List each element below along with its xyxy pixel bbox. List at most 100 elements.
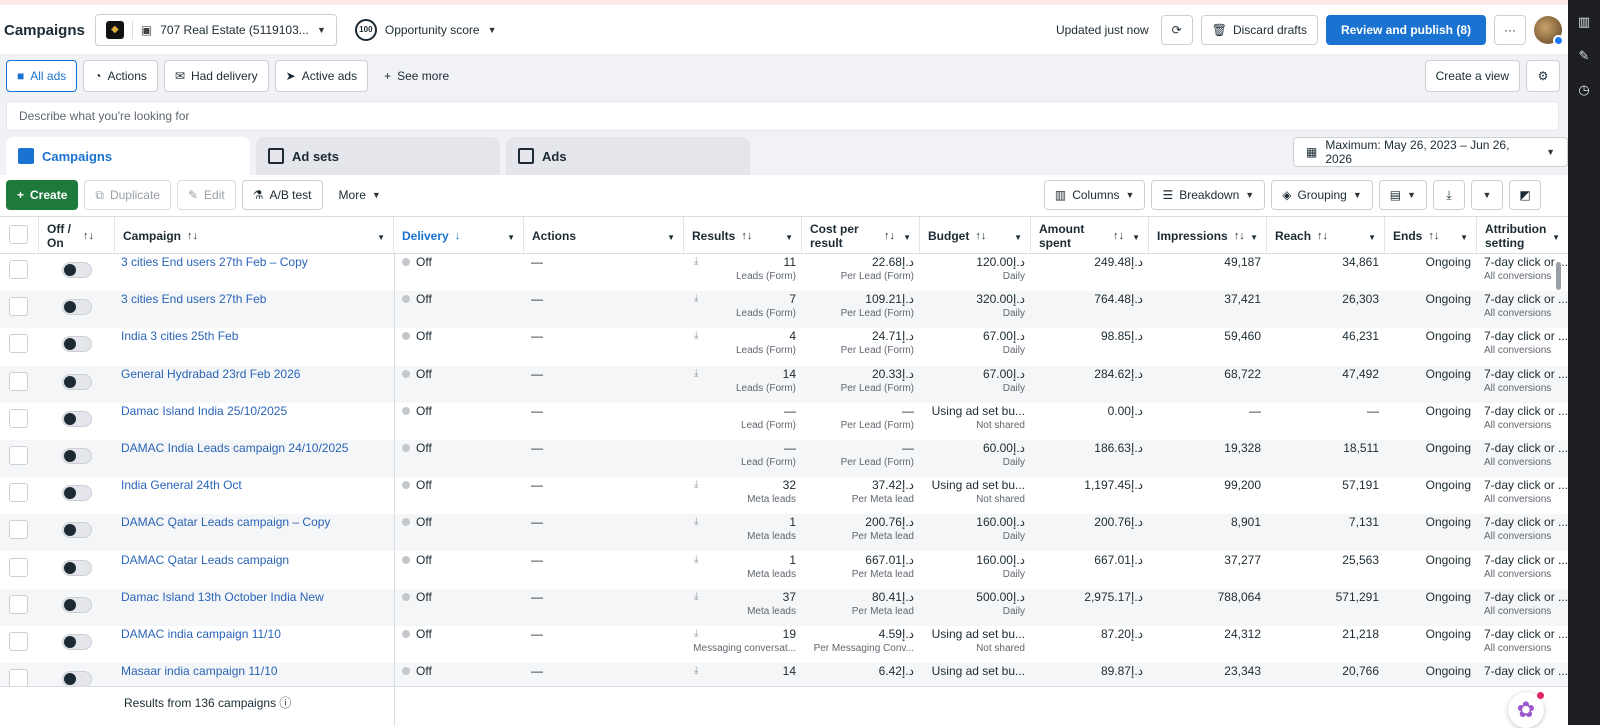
on-off-toggle[interactable] <box>62 671 92 686</box>
pencil-icon[interactable]: ✎ <box>1568 44 1600 68</box>
table-row[interactable]: 3 cities End users 27th Feb – Copy Off — ⤓ 1… <box>0 254 1568 291</box>
campaign-name-link[interactable]: Masaar india campaign 11/10 <box>121 664 278 678</box>
row-checkbox[interactable] <box>9 557 28 577</box>
on-off-toggle[interactable] <box>62 559 92 576</box>
campaign-name-link[interactable]: DAMAC Qatar Leads campaign – Copy <box>121 515 330 529</box>
col-actions[interactable]: Actions ▼ <box>524 217 684 254</box>
grouping-button[interactable]: ◈ Grouping ▼ <box>1271 180 1373 210</box>
table-row[interactable]: Damac Island India 25/10/2025 Off — — Lead (… <box>0 403 1568 440</box>
edit-button[interactable]: ✎ Edit <box>176 180 236 210</box>
table-row[interactable]: India General 24th Oct Off — ⤓ 32 Meta leads 3… <box>0 477 1568 514</box>
on-off-toggle[interactable] <box>62 596 92 613</box>
create-view-button[interactable]: Create a view <box>1424 60 1520 92</box>
row-checkbox[interactable] <box>9 297 28 317</box>
view-settings-button[interactable]: ⚙ <box>1526 60 1560 92</box>
col-ends[interactable]: Ends ↑↓ ▼ <box>1385 217 1477 254</box>
row-checkbox[interactable] <box>9 408 28 428</box>
table-row[interactable]: DAMAC india campaign 11/10 Off — ⤓ 19 Messagi… <box>0 626 1568 663</box>
avatar[interactable] <box>1534 16 1564 46</box>
on-off-toggle[interactable] <box>62 448 92 464</box>
duplicate-button[interactable]: ⧉ Duplicate <box>84 180 171 210</box>
breakdown-button[interactable]: ☰ Breakdown ▼ <box>1151 180 1266 210</box>
table-row[interactable]: DAMAC Qatar Leads campaign Off — ⤓ 1 Meta lea… <box>0 552 1568 589</box>
row-checkbox[interactable] <box>9 669 28 686</box>
info-icon[interactable]: ⓘ <box>279 696 291 710</box>
campaign-name-link[interactable]: India General 24th Oct <box>121 478 242 492</box>
actions-cell: — <box>531 552 543 567</box>
table-row[interactable]: 3 cities End users 27th Feb Off — ⤓ 7 Leads (… <box>0 291 1568 329</box>
on-off-toggle[interactable] <box>62 485 92 502</box>
tab-ad-sets[interactable]: Ad sets <box>256 137 500 175</box>
table-row[interactable]: Damac Island 13th October India New Off — ⤓… <box>0 588 1568 626</box>
chart-icon[interactable]: ▥ <box>1568 10 1600 34</box>
on-off-toggle[interactable] <box>62 373 92 390</box>
col-budget[interactable]: Budget ↑↓ ▼ <box>920 217 1031 254</box>
export-menu-button[interactable]: ▼ <box>1471 180 1503 210</box>
row-checkbox[interactable] <box>9 334 28 354</box>
date-range-picker[interactable]: ▦ Maximum: May 26, 2023 – Jun 26, 2026 ▼ <box>1293 137 1568 167</box>
more-options-button[interactable]: ··· <box>1494 15 1526 45</box>
campaign-name-link[interactable]: 3 cities End users 27th Feb – Copy <box>121 255 308 269</box>
row-checkbox[interactable] <box>9 260 28 279</box>
row-checkbox[interactable] <box>9 371 28 391</box>
tab-campaigns[interactable]: Campaigns <box>6 137 250 175</box>
assistant-button[interactable]: ✿ <box>1508 692 1544 728</box>
refresh-button[interactable]: ⟳ <box>1160 15 1193 45</box>
export-button[interactable]: ⤓ <box>1433 180 1465 210</box>
opportunity-score[interactable]: 100 Opportunity score ▼ <box>354 19 497 41</box>
campaign-name-link[interactable]: Damac Island India 25/10/2025 <box>121 404 287 418</box>
row-checkbox[interactable] <box>9 483 28 503</box>
on-off-toggle[interactable] <box>62 634 92 650</box>
table-row[interactable]: India 3 cities 25th Feb Off — ⤓ 4 Leads (Form… <box>0 328 1568 365</box>
row-checkbox[interactable] <box>9 594 28 614</box>
campaign-name-link[interactable]: India 3 cities 25th Feb <box>121 329 238 343</box>
campaign-name-link[interactable]: General Hydrabad 23rd Feb 2026 <box>121 367 300 381</box>
table-row[interactable]: DAMAC India Leads campaign 24/10/2025 Off… <box>0 440 1568 477</box>
more-button[interactable]: More ▼ <box>329 188 391 202</box>
actions-cell: — <box>531 366 543 381</box>
col-results[interactable]: Results ↑↓ ▼ <box>684 217 802 254</box>
table-row[interactable]: Masaar india campaign 11/10 Off — ⤓ 14 6.42د.… <box>0 663 1568 686</box>
on-off-toggle[interactable] <box>62 336 92 353</box>
row-checkbox[interactable] <box>9 446 28 465</box>
col-campaign[interactable]: Campaign ↑↓ ▼ <box>115 217 394 254</box>
clock-icon[interactable]: ◷ <box>1568 78 1600 102</box>
table-row[interactable]: DAMAC Qatar Leads campaign – Copy Off — ⤓ 1 M… <box>0 514 1568 552</box>
on-off-toggle[interactable] <box>62 410 92 427</box>
ab-test-button[interactable]: ⚗ A/B test <box>241 180 323 210</box>
row-checkbox[interactable] <box>9 632 28 651</box>
view-active-ads[interactable]: ➤ Active ads <box>274 60 369 92</box>
campaign-name-link[interactable]: DAMAC Qatar Leads campaign <box>121 553 289 567</box>
on-off-toggle[interactable] <box>62 262 92 278</box>
col-delivery[interactable]: Delivery ↓ ▼ <box>394 217 524 254</box>
col-amount-spent[interactable]: Amount spent ↑↓ ▼ <box>1031 217 1149 254</box>
on-off-toggle[interactable] <box>62 522 92 539</box>
view-actions[interactable]: ◔ Actions <box>83 60 158 92</box>
col-attribution[interactable]: Attribution setting ▼ <box>1477 217 1568 254</box>
col-off-on[interactable]: Off / On ↑↓ <box>39 217 115 254</box>
view-all-ads[interactable]: ■ All ads <box>6 60 78 92</box>
campaign-name-link[interactable]: 3 cities End users 27th Feb <box>121 292 266 306</box>
discard-drafts-button[interactable]: 🗑 Discard drafts <box>1200 15 1318 45</box>
col-reach[interactable]: Reach ↑↓ ▼ <box>1267 217 1385 254</box>
campaign-name-link[interactable]: DAMAC india campaign 11/10 <box>121 627 281 641</box>
select-all-checkbox[interactable] <box>9 225 28 244</box>
review-publish-button[interactable]: Review and publish (8) <box>1325 15 1486 45</box>
search-input[interactable]: Describe what you're looking for <box>6 101 1559 131</box>
reports-button[interactable]: ▤ ▼ <box>1378 180 1427 210</box>
see-more-button[interactable]: + See more <box>374 69 459 83</box>
campaign-name-link[interactable]: Damac Island 13th October India New <box>121 590 324 604</box>
scrollbar-thumb[interactable] <box>1556 262 1561 290</box>
chart-panel-button[interactable]: ◩ <box>1509 180 1541 210</box>
table-row[interactable]: General Hydrabad 23rd Feb 2026 Off — ⤓ 14 Lea… <box>0 365 1568 403</box>
tab-ads[interactable]: Ads <box>506 137 750 175</box>
account-selector[interactable]: ◆ ▣ 707 Real Estate (5119103... ▼ <box>94 14 337 46</box>
col-impressions[interactable]: Impressions ↑↓ ▼ <box>1149 217 1267 254</box>
view-had-delivery[interactable]: ✉ Had delivery <box>163 60 269 92</box>
row-checkbox[interactable] <box>9 520 28 540</box>
campaign-name-link[interactable]: DAMAC India Leads campaign 24/10/2025 <box>121 441 348 455</box>
create-button[interactable]: + Create <box>6 180 79 210</box>
on-off-toggle[interactable] <box>62 299 92 316</box>
col-cost-per-result[interactable]: Cost per result ↑↓ ▼ <box>802 217 920 254</box>
columns-button[interactable]: ▥ Columns ▼ <box>1043 180 1146 210</box>
